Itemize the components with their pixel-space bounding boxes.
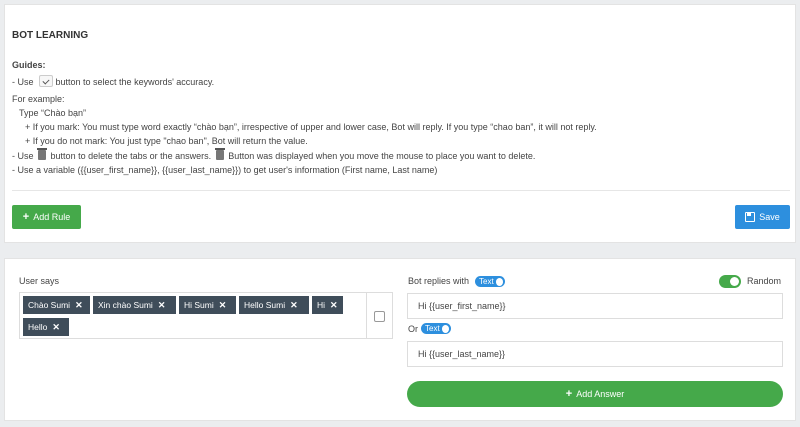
keyword-tag-label: Hello bbox=[28, 322, 48, 332]
guide-panel: BOT LEARNING Guides: - Use button to sele… bbox=[4, 4, 796, 243]
keyword-tag: Chào Sumi ✕ bbox=[23, 296, 90, 314]
add-rule-button[interactable]: + Add Rule bbox=[12, 205, 81, 229]
add-answer-label: Add Answer bbox=[576, 389, 625, 399]
guides-heading: Guides: bbox=[12, 60, 46, 70]
text-type-toggle[interactable]: Text bbox=[421, 323, 451, 334]
answer-input[interactable]: Hi {{user_last_name}} bbox=[407, 341, 783, 367]
random-label: Random bbox=[747, 276, 782, 286]
toggle-knob bbox=[495, 277, 503, 286]
close-icon[interactable]: ✕ bbox=[75, 300, 83, 311]
user-says-label: User says bbox=[19, 276, 60, 286]
guide-for-example: For example: bbox=[12, 94, 65, 104]
add-answer-button[interactable]: + Add Answer bbox=[407, 381, 783, 407]
guide-delete-line: - Use button to delete the tabs or the a… bbox=[12, 148, 536, 162]
add-rule-label: Add Rule bbox=[33, 212, 71, 222]
close-icon[interactable]: ✕ bbox=[158, 300, 166, 311]
plus-icon: + bbox=[22, 211, 30, 223]
trash-icon bbox=[37, 148, 48, 160]
guide-use-suffix: button to select the keywords' accuracy. bbox=[55, 77, 215, 87]
keyword-tag: Xin chào Sumi ✕ bbox=[93, 296, 176, 314]
rule-panel: User says Chào Sumi ✕ Xin chào Sumi ✕ Hi S… bbox=[4, 258, 796, 421]
answer-input[interactable]: Hi {{user_first_name}} bbox=[407, 293, 783, 319]
or-label: Or bbox=[408, 324, 418, 334]
save-icon bbox=[745, 212, 756, 222]
guide-use-line: - Use button to select the keywords' accu… bbox=[12, 75, 214, 88]
bot-replies-label: Bot replies with bbox=[408, 276, 470, 286]
guide-delete-suffix: Button was displayed when you move the m… bbox=[228, 151, 536, 161]
keyword-tag-label: Hello Sumi bbox=[244, 300, 286, 310]
close-icon[interactable]: ✕ bbox=[290, 300, 298, 311]
guide-if-mark: + If you mark: You must type word exactl… bbox=[25, 122, 597, 132]
guide-delete-middle: button to delete the tabs or the answers… bbox=[50, 151, 212, 161]
random-toggle[interactable] bbox=[719, 275, 741, 288]
divider bbox=[12, 190, 790, 191]
close-icon[interactable]: ✕ bbox=[330, 300, 338, 311]
close-icon[interactable]: ✕ bbox=[52, 322, 60, 333]
keyword-tag: Hello Sumi ✕ bbox=[239, 296, 309, 314]
guide-type-phrase: Type “Chào bạn” bbox=[19, 108, 87, 118]
text-type-label: Text bbox=[479, 277, 494, 286]
keyword-tag-label: Chào Sumi bbox=[28, 300, 71, 310]
toggle-knob bbox=[730, 277, 739, 286]
checkbox-icon bbox=[38, 75, 53, 87]
guide-delete-prefix: - Use bbox=[12, 151, 34, 161]
guide-if-not-mark: + If you do not mark: You just type "cha… bbox=[25, 136, 308, 146]
keyword-tag-label: Hi Sumi bbox=[184, 300, 214, 310]
page-title: BOT LEARNING bbox=[12, 30, 89, 41]
guide-use-prefix: - Use bbox=[12, 77, 34, 87]
keyword-tag: Hi ✕ bbox=[312, 296, 343, 314]
trash-icon bbox=[214, 148, 225, 160]
toggle-knob bbox=[441, 324, 449, 333]
guide-variable-line: - Use a variable ({{user_first_name}}, {… bbox=[12, 165, 438, 175]
text-type-label: Text bbox=[425, 324, 440, 333]
exact-match-cell bbox=[367, 292, 393, 339]
close-icon[interactable]: ✕ bbox=[219, 300, 227, 311]
keyword-tag-label: Hi bbox=[317, 300, 326, 310]
keyword-tag: Hello ✕ bbox=[23, 318, 69, 336]
keyword-tag: Hi Sumi ✕ bbox=[179, 296, 236, 314]
save-button[interactable]: Save bbox=[735, 205, 790, 229]
text-type-toggle[interactable]: Text bbox=[475, 276, 505, 287]
plus-icon: + bbox=[565, 388, 573, 400]
keyword-tags-input[interactable]: Chào Sumi ✕ Xin chào Sumi ✕ Hi Sumi ✕ Hello… bbox=[19, 292, 367, 339]
save-label: Save bbox=[759, 212, 780, 222]
keyword-tag-label: Xin chào Sumi bbox=[98, 300, 153, 310]
exact-match-checkbox[interactable] bbox=[374, 311, 385, 322]
